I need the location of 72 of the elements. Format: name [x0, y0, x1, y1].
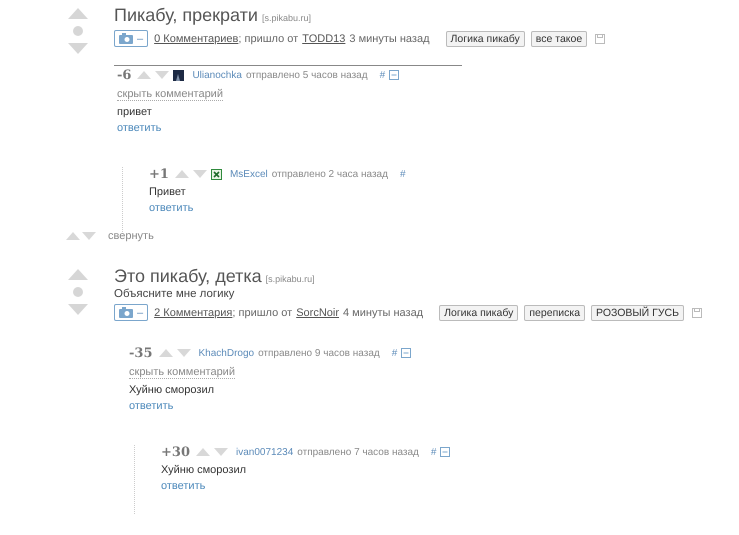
save-icon[interactable] — [595, 34, 606, 44]
spreadsheet-icon — [210, 168, 222, 180]
hide-comment-link[interactable]: скрыть комментарий — [129, 366, 235, 379]
tag-button[interactable]: Логика пикабу — [439, 304, 518, 320]
post-title[interactable]: Это пикабу, детка — [114, 266, 262, 286]
upvote-icon[interactable] — [196, 448, 210, 456]
post-description: Объясните мне логику — [114, 288, 234, 300]
permalink[interactable]: # — [400, 168, 406, 180]
comment-score: -35 — [129, 346, 152, 360]
source-label: [s.pikabu.ru] — [266, 274, 315, 284]
comment-time: отправлено 5 часов назад — [246, 70, 368, 80]
username-link[interactable]: Ulianochka — [192, 70, 242, 80]
picture-button[interactable]: – — [114, 304, 148, 321]
source-label: [s.pikabu.ru] — [262, 13, 311, 23]
comment-time: отправлено 9 часов назад — [258, 348, 380, 358]
upvote-icon[interactable] — [68, 269, 88, 280]
downvote-icon[interactable] — [214, 448, 228, 456]
collapse-link[interactable]: свернуть — [108, 230, 154, 242]
comments-link[interactable]: 0 Комментариев — [154, 32, 238, 44]
author-link[interactable]: SorcNoir — [296, 306, 339, 318]
post-time: 3 минуты назад — [349, 32, 430, 44]
upvote-icon[interactable] — [137, 71, 152, 79]
upvote-icon[interactable] — [158, 349, 172, 357]
upvote-icon[interactable] — [66, 232, 80, 240]
picture-button[interactable]: – — [114, 30, 148, 47]
collapse-icon[interactable] — [401, 348, 412, 358]
post-time: 4 минуты назад — [343, 306, 424, 318]
comment-text: привет — [117, 106, 152, 118]
upvote-icon[interactable] — [68, 8, 88, 19]
reply-link[interactable]: ответить — [149, 202, 194, 214]
comment-score: -6 — [117, 68, 132, 82]
author-link[interactable]: TODD13 — [302, 32, 346, 44]
save-icon[interactable] — [692, 308, 702, 318]
downvote-icon[interactable] — [68, 304, 88, 315]
reply-link[interactable]: ответить — [129, 400, 174, 412]
permalink[interactable]: # — [380, 70, 386, 80]
comment-text: Привет — [149, 186, 186, 198]
tag-button[interactable]: Логика пикабу — [446, 30, 525, 46]
downvote-icon[interactable] — [176, 349, 190, 357]
permalink[interactable]: # — [392, 348, 398, 358]
reply-link[interactable]: ответить — [117, 122, 162, 134]
permalink[interactable]: # — [430, 446, 436, 458]
tag-button[interactable]: РОЗОВЫЙ ГУСЬ — [591, 304, 684, 320]
downvote-icon[interactable] — [82, 232, 96, 240]
tag-button[interactable]: переписка — [524, 304, 586, 320]
downvote-icon[interactable] — [155, 71, 170, 79]
comment-score: +30 — [161, 444, 190, 460]
downvote-icon[interactable] — [192, 170, 207, 178]
posted-by-label: ; пришло от — [232, 306, 292, 318]
downvote-icon[interactable] — [68, 43, 88, 54]
camera-icon — [119, 307, 133, 318]
avatar-icon — [173, 70, 184, 80]
upvote-icon[interactable] — [174, 170, 189, 178]
vote-dot — [73, 287, 83, 297]
post-title[interactable]: Пикабу, прекрати — [114, 5, 258, 25]
comment-text: Хуйню сморозил — [161, 464, 246, 476]
username-link[interactable]: MsExcel — [230, 168, 268, 180]
username-link[interactable]: KhachDrogo — [198, 348, 254, 358]
vote-dot — [73, 26, 83, 36]
camera-icon — [119, 33, 133, 44]
comments-link[interactable]: 2 Комментария — [154, 306, 232, 318]
comment-score: +1 — [149, 166, 169, 182]
posted-by-label: ; пришло от — [238, 32, 298, 44]
hide-comment-link[interactable]: скрыть комментарий — [117, 88, 223, 101]
reply-link[interactable]: ответить — [161, 480, 206, 492]
tag-button[interactable]: все такое — [530, 30, 588, 46]
comment-time: отправлено 7 часов назад — [297, 446, 419, 458]
username-link[interactable]: ivan0071234 — [236, 446, 294, 458]
comment-text: Хуйню сморозил — [129, 384, 214, 396]
comment-time: отправлено 2 часа назад — [272, 168, 388, 180]
collapse-icon[interactable] — [389, 70, 400, 80]
collapse-icon[interactable] — [440, 447, 450, 457]
